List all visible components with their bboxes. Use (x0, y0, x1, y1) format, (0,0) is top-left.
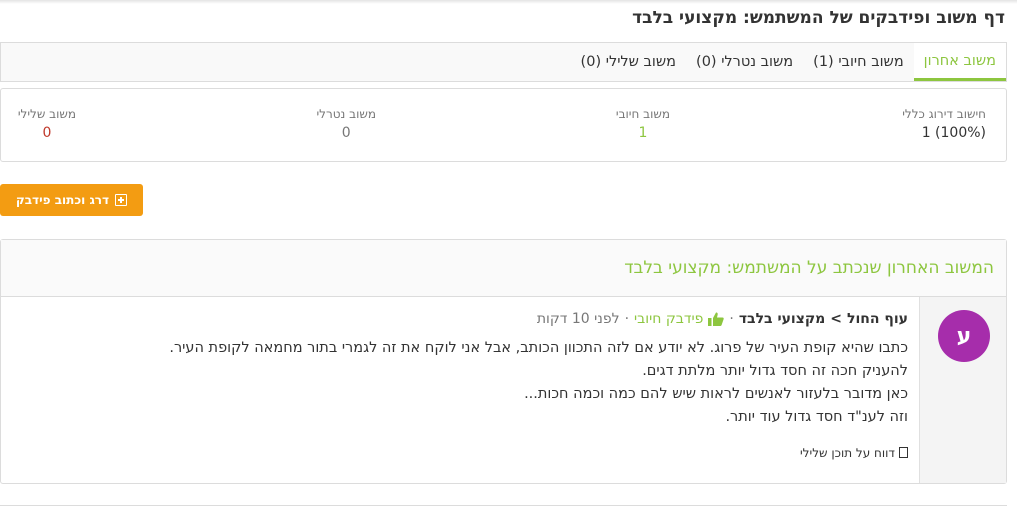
meta-separator-2: · (624, 311, 630, 327)
rate-button-label: דרג וכתוב פידבק (15, 193, 110, 207)
feedback-body: כתבו שהיא קופת העיר של פרוג. לא יודע אם … (9, 337, 908, 429)
avatar[interactable]: ע (938, 310, 990, 362)
latest-feedback-panel: המשוב האחרון שנכתב על המשתמש: מקצועי בלב… (0, 239, 1007, 484)
feedback-tabs: משוב אחרון משוב חיובי (1) משוב נטרלי (0)… (0, 42, 1007, 82)
page-title: דף משוב ופידבקים של המשתמש: מקצועי בלבד (632, 8, 1005, 28)
stats-panel: חישוב דירוג כללי 1 (100%) משוב חיובי 1 מ… (0, 88, 1007, 162)
stat-overall: חישוב דירוג כללי 1 (100%) (902, 107, 986, 141)
feedback-meta: עוף החול > מקצועי בלבד · פידבק חיובי · ל… (9, 311, 908, 327)
plus-square-icon (115, 194, 128, 206)
stat-neutral-value: 0 (341, 125, 351, 141)
author-link[interactable]: עוף החול (847, 311, 908, 327)
stat-positive-value: 1 (638, 125, 648, 141)
feedback-line: וזה לענ"ד חסד גדול עוד יותר. (725, 409, 908, 425)
avatar-column: ע (919, 297, 1006, 483)
stat-overall-value: 1 (100%) (921, 125, 986, 141)
stat-positive: משוב חיובי 1 (616, 107, 670, 141)
tab-negative-feedback[interactable]: משוב שלילי (0) (571, 43, 686, 81)
stat-positive-label: משוב חיובי (615, 107, 670, 121)
rate-and-write-feedback-button[interactable]: דרג וכתוב פידבק (0, 184, 143, 216)
meta-separator: · (729, 311, 734, 327)
stat-neutral: משוב נטרלי 0 (316, 107, 376, 141)
feedback-line: להעניק חכה זה חסד גדול יותר מלתת דגים. (642, 363, 908, 379)
stat-negative-value: 0 (42, 125, 52, 141)
latest-feedback-heading: המשוב האחרון שנכתב על המשתמש: מקצועי בלב… (1, 240, 1006, 297)
flag-icon (899, 447, 908, 458)
stat-negative: משוב שלילי 0 (18, 107, 76, 141)
feedback-line: כתבו שהיא קופת העיר של פרוג. לא יודע אם … (169, 340, 908, 356)
report-label: דווח על תוכן שלילי (800, 446, 895, 460)
report-negative-content-link[interactable]: דווח על תוכן שלילי (9, 446, 908, 460)
tab-latest-feedback[interactable]: משוב אחרון (913, 43, 1006, 81)
stat-neutral-label: משוב נטרלי (316, 107, 376, 121)
stat-overall-label: חישוב דירוג כללי (902, 107, 986, 121)
arrow-separator: > (830, 311, 843, 327)
top-shadow (0, 0, 1017, 4)
feedback-time: לפני 10 דקות (536, 311, 620, 327)
target-user-link[interactable]: מקצועי בלבד (739, 311, 825, 327)
feedback-line: כאן מדובר בלעזור לאנשים לראות שיש להם כמ… (524, 386, 908, 402)
stat-negative-label: משוב שלילי (17, 107, 76, 121)
feedback-type: פידבק חיובי (634, 311, 704, 327)
tab-neutral-feedback[interactable]: משוב נטרלי (0) (686, 43, 803, 81)
next-panel-edge (0, 505, 1007, 506)
thumbs-up-icon (708, 312, 725, 326)
tab-positive-feedback[interactable]: משוב חיובי (1) (803, 43, 914, 81)
feedback-entry: עוף החול > מקצועי בלבד · פידבק חיובי · ל… (9, 297, 908, 460)
